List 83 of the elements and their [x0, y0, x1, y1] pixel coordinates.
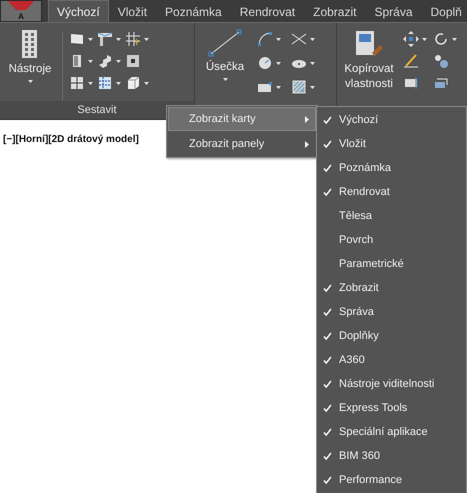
caret-icon[interactable] [88, 60, 93, 62]
caret-icon[interactable] [144, 82, 149, 84]
caret-icon[interactable] [276, 62, 281, 64]
caret-icon[interactable] [116, 38, 121, 40]
checkmark-icon [323, 356, 332, 364]
match-properties-icon [354, 29, 384, 59]
hatch-icon[interactable] [291, 79, 307, 95]
submenu-arrow-icon [305, 116, 309, 122]
ribbon-tab[interactable]: Poznámka [156, 0, 231, 22]
submenu-arrow-icon [305, 140, 309, 148]
window-icon[interactable] [97, 31, 113, 47]
caret-icon[interactable] [116, 60, 121, 62]
submenu-item[interactable]: Speciální aplikace [317, 420, 466, 444]
submenu-item[interactable]: Nástroje viditelnosti [317, 372, 466, 396]
submenu-item[interactable]: Rendrovat [317, 180, 466, 204]
viewport-label[interactable]: [−][Horní][2D drátový model] [3, 134, 139, 145]
checkmark-icon [323, 164, 332, 172]
circle-icon[interactable] [257, 55, 273, 71]
ribbon-tab[interactable]: Vložit [108, 0, 156, 22]
submenu-item[interactable]: Vložit [317, 132, 466, 156]
submenu-item[interactable]: Zobrazit [317, 276, 466, 300]
cube-icon[interactable] [125, 75, 141, 91]
submenu-item[interactable]: Doplňky [317, 324, 466, 348]
curtain-wall-icon[interactable] [97, 75, 113, 91]
line-button[interactable]: Úsečka [199, 27, 251, 81]
intersect-icon[interactable] [291, 31, 307, 47]
ribbon-tab[interactable]: Správa [365, 0, 422, 22]
checkmark-icon [323, 116, 332, 124]
arc-icon[interactable] [257, 31, 273, 47]
caret-icon[interactable] [28, 80, 32, 83]
submenu-item[interactable]: BIM 360 [317, 444, 466, 468]
tools-button[interactable]: Nástroje [4, 27, 56, 83]
caret-icon[interactable] [452, 38, 457, 40]
checkmark-icon [323, 140, 332, 148]
menu-item[interactable]: Zobrazit karty [168, 107, 316, 131]
menu-item[interactable]: Zobrazit panely [168, 132, 316, 156]
checkmark-icon [323, 476, 332, 484]
rectangle-icon[interactable] [257, 79, 273, 95]
caret-icon[interactable] [310, 62, 315, 64]
application-button[interactable]: A [0, 0, 42, 22]
checkmark-icon [323, 380, 332, 388]
submenu-item[interactable]: Performance [317, 468, 466, 492]
caret-icon[interactable] [276, 86, 281, 88]
submenu-item[interactable]: Výchozí [317, 108, 466, 132]
match-properties-button[interactable]: Kopírovat vlastnosti [341, 27, 397, 92]
caret-icon[interactable] [144, 38, 149, 40]
brush-icon[interactable] [403, 53, 419, 69]
checkmark-icon [323, 452, 332, 460]
window-grid-icon[interactable] [69, 75, 85, 91]
submenu-item[interactable]: Poznámka [317, 156, 466, 180]
checkmark-icon [323, 428, 332, 436]
caret-icon[interactable] [88, 38, 93, 40]
submenu-item[interactable]: A360 [317, 348, 466, 372]
scale-icon[interactable] [433, 53, 449, 69]
ribbon-tab[interactable]: Výchozí [48, 0, 109, 22]
submenu-item[interactable]: Express Tools [317, 396, 466, 420]
wall-icon[interactable] [69, 31, 85, 47]
checkmark-icon [323, 308, 332, 316]
logo-icon [8, 1, 34, 10]
caret-icon[interactable] [310, 86, 315, 88]
checkmark-icon [323, 404, 332, 412]
checkmark-icon [323, 284, 332, 292]
move-icon[interactable] [403, 31, 419, 47]
caret-icon[interactable] [116, 82, 121, 84]
checkmark-icon [323, 332, 332, 340]
submenu-item[interactable]: Správa [317, 300, 466, 324]
submenu-item[interactable]: Parametrické [317, 252, 466, 276]
submenu-item[interactable]: Povrch [317, 228, 466, 252]
caret-icon[interactable] [310, 38, 315, 40]
ribbon-tab[interactable]: Zobrazit [304, 0, 366, 22]
building-icon [20, 29, 40, 59]
stretch-icon[interactable] [403, 75, 419, 91]
line-icon [208, 29, 242, 57]
caret-icon[interactable] [88, 82, 93, 84]
ribbon-tab[interactable]: Doplň [422, 0, 467, 22]
ribbon-tab[interactable]: Rendrovat [230, 0, 304, 22]
caret-icon[interactable] [276, 38, 281, 40]
rotate-icon[interactable] [433, 31, 449, 47]
grid-icon[interactable] [125, 31, 141, 47]
caret-icon[interactable] [222, 78, 228, 81]
caret-icon[interactable] [422, 38, 427, 40]
submenu-item[interactable]: Tělesa [317, 204, 466, 228]
checkmark-icon [323, 188, 332, 196]
